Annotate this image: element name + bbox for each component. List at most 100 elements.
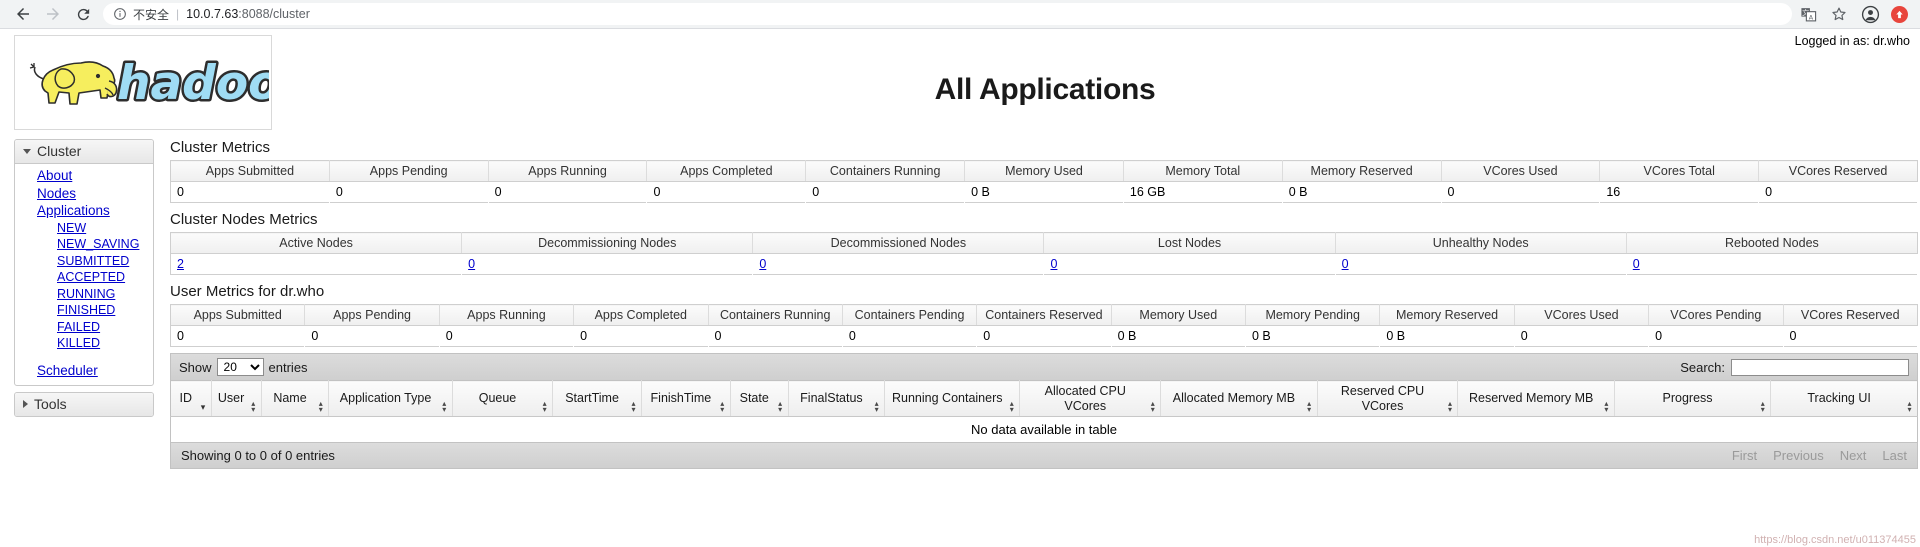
sidebar-item-killed[interactable]: KILLED [15,335,153,352]
main-content: Cluster Metrics Apps Submitted Apps Pend… [170,139,1918,469]
col-header-id[interactable]: ID ▾ [170,380,212,417]
datatable-search-control: Search: [1680,358,1909,376]
cluster-metrics-title: Cluster Metrics [170,139,271,156]
sidebar-cluster-body: About Nodes Applications NEW NEW_SAVING … [15,164,153,385]
col-label: Queue [478,391,517,406]
cluster-metrics-th: Memory Reserved [1282,160,1442,182]
sidebar-tools-header[interactable]: Tools [15,393,153,416]
col-label: StartTime [565,391,619,406]
cluster-metrics-header-row: Apps Submitted Apps Pending Apps Running… [170,160,1918,182]
reload-button[interactable] [70,1,96,27]
back-button[interactable] [10,1,36,27]
show-label: Show [179,359,212,375]
active-nodes-link[interactable]: 2 [177,257,184,271]
user-metrics-td: 0 [842,325,977,347]
user-metrics-th: Apps Completed [573,304,709,326]
sidebar-item-about[interactable]: About [15,167,153,185]
user-metrics-value-row: 0 0 0 0 0 0 0 0 B 0 B 0 B 0 0 0 [170,325,1918,347]
entries-per-page-select[interactable]: 20 40 60 80 100 [216,358,264,376]
lost-nodes-link[interactable]: 0 [1050,257,1057,271]
sidebar-item-nodes[interactable]: Nodes [15,185,153,203]
applications-header-row: ID ▾ User ▴ ▾ Name ▴ ▾ Application Type ▴ ▾ Que… [170,380,1918,417]
cluster-metrics-td: 0 [1441,181,1600,203]
sort-both-icon: ▴ ▾ [1907,399,1912,414]
sidebar-item-failed[interactable]: FAILED [15,319,153,336]
decommissioning-nodes-link[interactable]: 0 [468,257,475,271]
col-label: State [739,391,769,406]
user-metrics-td: 0 [439,325,574,347]
omnibox-divider: | [176,7,180,21]
star-icon[interactable] [1829,4,1849,24]
sidebar-item-new[interactable]: NEW [15,220,153,237]
pagination-next-button[interactable]: Next [1840,448,1867,463]
user-metrics-th: Apps Pending [304,304,440,326]
user-metrics-td: 0 [708,325,843,347]
cluster-metrics-td: 0 [170,181,330,203]
col-header-name[interactable]: Name ▴ ▾ [261,380,330,417]
col-header-queue[interactable]: Queue ▴ ▾ [452,380,554,417]
col-header-finalstatus[interactable]: FinalStatus ▴ ▾ [788,380,886,417]
datatable-footer: Showing 0 to 0 of 0 entries First Previo… [170,443,1918,469]
sidebar-item-scheduler[interactable]: Scheduler [15,362,153,380]
user-metrics-th: Containers Reserved [976,304,1112,326]
user-metrics-th: Containers Pending [842,304,978,326]
cluster-nodes-td: 0 [461,253,753,275]
datatable-length-control: Show 20 40 60 80 100 entries [179,358,308,376]
update-icon[interactable] [1891,5,1908,23]
col-header-application-type[interactable]: Application Type ▴ ▾ [328,380,453,417]
sidebar-item-new-saving[interactable]: NEW_SAVING [15,236,153,253]
address-bar[interactable]: 不安全 | 10.0.7.63:8088/cluster [103,3,1792,25]
col-header-finishtime[interactable]: FinishTime ▴ ▾ [641,380,731,417]
cluster-metrics-th: Memory Total [1123,160,1283,182]
pagination-first-button[interactable]: First [1732,448,1757,463]
applications-table: ID ▾ User ▴ ▾ Name ▴ ▾ Application Type ▴ ▾ Que… [170,380,1918,417]
col-header-starttime[interactable]: StartTime ▴ ▾ [552,380,642,417]
cluster-metrics-th: VCores Total [1599,160,1760,182]
sidebar-item-running[interactable]: RUNNING [15,286,153,303]
chevron-down-icon [23,148,31,154]
cluster-metrics-th: Apps Running [488,160,648,182]
sidebar-cluster-header[interactable]: Cluster [15,140,153,164]
sidebar-item-accepted[interactable]: ACCEPTED [15,269,153,286]
search-input[interactable] [1731,358,1909,376]
pagination-last-button[interactable]: Last [1882,448,1907,463]
sidebar-item-applications[interactable]: Applications [15,202,153,220]
decommissioned-nodes-link[interactable]: 0 [759,257,766,271]
user-metrics-table: Apps Submitted Apps Pending Apps Running… [170,304,1918,347]
col-header-user[interactable]: User ▴ ▾ [211,380,262,417]
user-metrics-title: User Metrics for dr.who [170,283,325,300]
col-header-allocated-memory-mb[interactable]: Allocated Memory MB ▴ ▾ [1160,380,1318,417]
col-header-tracking-ui[interactable]: Tracking UI ▴ ▾ [1770,380,1918,417]
col-label: Application Type [339,391,432,406]
col-header-reserved-cpu-vcores[interactable]: Reserved CPU VCores ▴ ▾ [1317,380,1459,417]
info-icon[interactable] [113,7,127,21]
col-label: Reserved Memory MB [1468,391,1594,406]
unhealthy-nodes-link[interactable]: 0 [1342,257,1349,271]
pagination-previous-button[interactable]: Previous [1773,448,1824,463]
datatable-info: Showing 0 to 0 of 0 entries [181,448,335,463]
col-header-running-containers[interactable]: Running Containers ▴ ▾ [884,380,1021,417]
col-header-state[interactable]: State ▴ ▾ [730,380,789,417]
col-label: User [217,391,245,406]
sidebar: Cluster About Nodes Applications NEW NEW… [14,139,154,417]
col-header-allocated-cpu-vcores[interactable]: Allocated CPU VCores ▴ ▾ [1019,380,1162,417]
security-status-text: 不安全 [133,7,170,22]
rebooted-nodes-link[interactable]: 0 [1633,257,1640,271]
sidebar-item-finished[interactable]: FINISHED [15,302,153,319]
page-title: All Applications [934,73,1156,106]
forward-button[interactable] [40,1,66,27]
user-metrics-th: Memory Used [1111,304,1247,326]
user-metrics-td: 0 [170,325,305,347]
cluster-metrics-th: Apps Pending [329,160,489,182]
browser-nav-buttons [10,1,96,27]
browser-toolbar: 不安全 | 10.0.7.63:8088/cluster 文 A [0,0,1920,29]
translate-icon[interactable]: 文 A [1798,4,1818,24]
col-header-progress[interactable]: Progress ▴ ▾ [1614,380,1772,417]
col-header-reserved-memory-mb[interactable]: Reserved Memory MB ▴ ▾ [1457,380,1615,417]
profile-avatar-icon[interactable] [1860,4,1880,24]
sidebar-item-submitted[interactable]: SUBMITTED [15,253,153,270]
cluster-nodes-td: 0 [1043,253,1336,275]
watermark-text: https://blog.csdn.net/u011374455 [1754,534,1916,546]
col-label: Allocated CPU VCores [1044,384,1126,413]
user-metrics-th: Memory Pending [1245,304,1381,326]
